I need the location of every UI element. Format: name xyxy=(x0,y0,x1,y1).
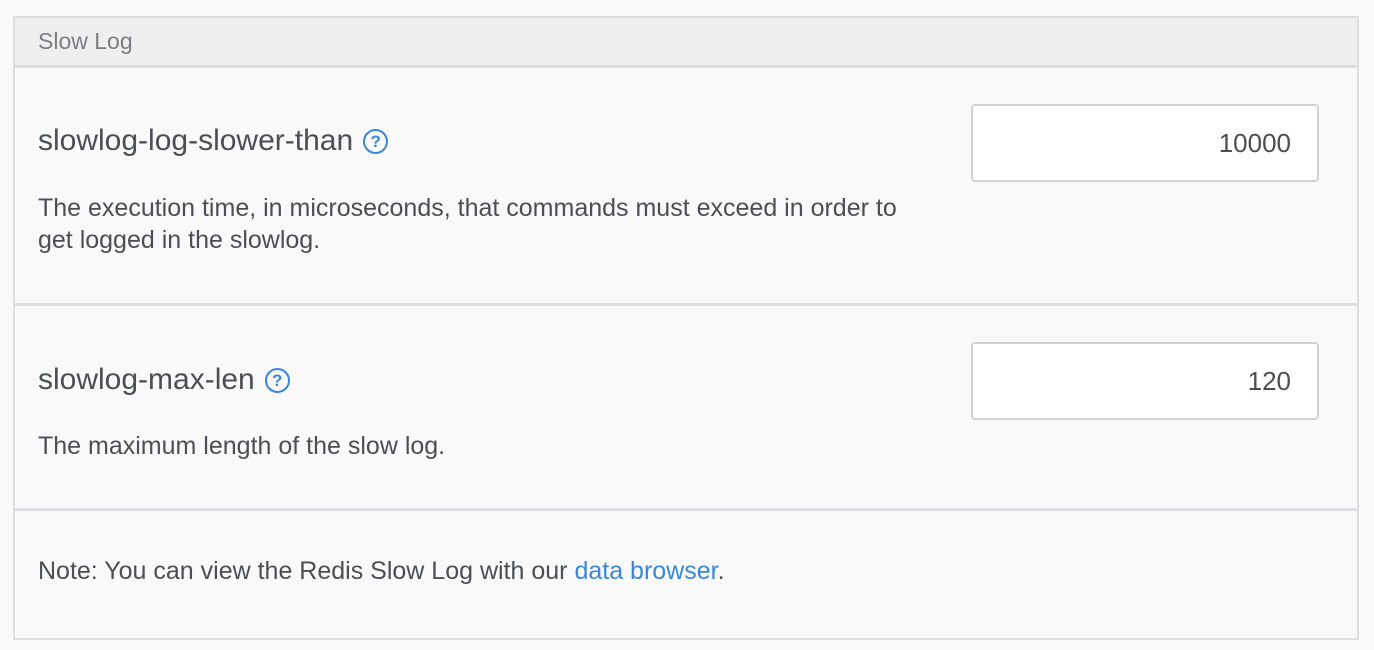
setting-name: slowlog-max-len ? xyxy=(38,363,290,397)
note-suffix: . xyxy=(717,557,725,585)
setting-name-label: slowlog-log-slower-than xyxy=(38,124,354,157)
panel-title: Slow Log xyxy=(38,28,133,54)
slow-log-panel: Slow Log slowlog-log-slower-than ? The e… xyxy=(13,16,1359,640)
setting-description: The execution time, in microseconds, tha… xyxy=(38,194,897,254)
slowlog-log-slower-than-input[interactable] xyxy=(971,104,1319,182)
question-circle-icon[interactable]: ? xyxy=(363,128,389,154)
note-prefix: Note: You can view the Redis Slow Log wi… xyxy=(38,557,575,585)
data-browser-link[interactable]: data browser xyxy=(574,557,717,585)
panel-header: Slow Log xyxy=(15,18,1357,68)
setting-name: slowlog-log-slower-than ? xyxy=(38,124,389,158)
setting-row-slowlog-log-slower-than: slowlog-log-slower-than ? The execution … xyxy=(15,68,1357,306)
note-row: Note: You can view the Redis Slow Log wi… xyxy=(15,511,1357,639)
setting-description: The maximum length of the slow log. xyxy=(38,432,446,460)
setting-row-slowlog-max-len: slowlog-max-len ? The maximum length of … xyxy=(15,306,1357,511)
question-circle-icon[interactable]: ? xyxy=(264,367,290,393)
setting-name-label: slowlog-max-len xyxy=(38,363,255,396)
note-text: Note: You can view the Redis Slow Log wi… xyxy=(38,557,725,586)
slowlog-max-len-input[interactable] xyxy=(971,342,1319,420)
